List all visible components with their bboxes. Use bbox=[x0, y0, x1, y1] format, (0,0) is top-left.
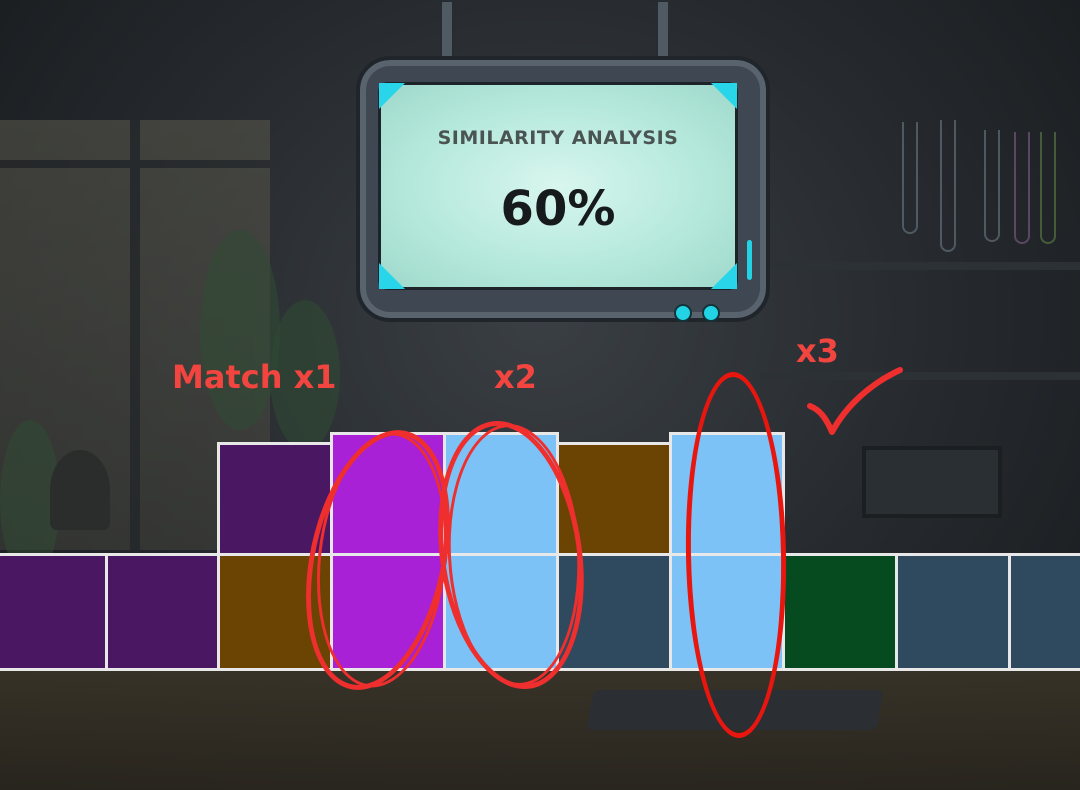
bottom-tile bbox=[105, 553, 221, 671]
checkmark-icon bbox=[807, 367, 903, 435]
bottom-tile bbox=[895, 553, 1011, 671]
bottom-tile bbox=[782, 553, 898, 671]
game-scene: SIMILARITY ANALYSIS 60% Match x1 x2 x3 bbox=[0, 0, 1080, 790]
bottom-tile bbox=[0, 553, 108, 671]
match-label-x1: Match x1 bbox=[172, 358, 337, 396]
match-label-x3: x3 bbox=[796, 332, 839, 370]
match-label-x2: x2 bbox=[494, 358, 537, 396]
bottom-tile bbox=[1008, 553, 1080, 671]
